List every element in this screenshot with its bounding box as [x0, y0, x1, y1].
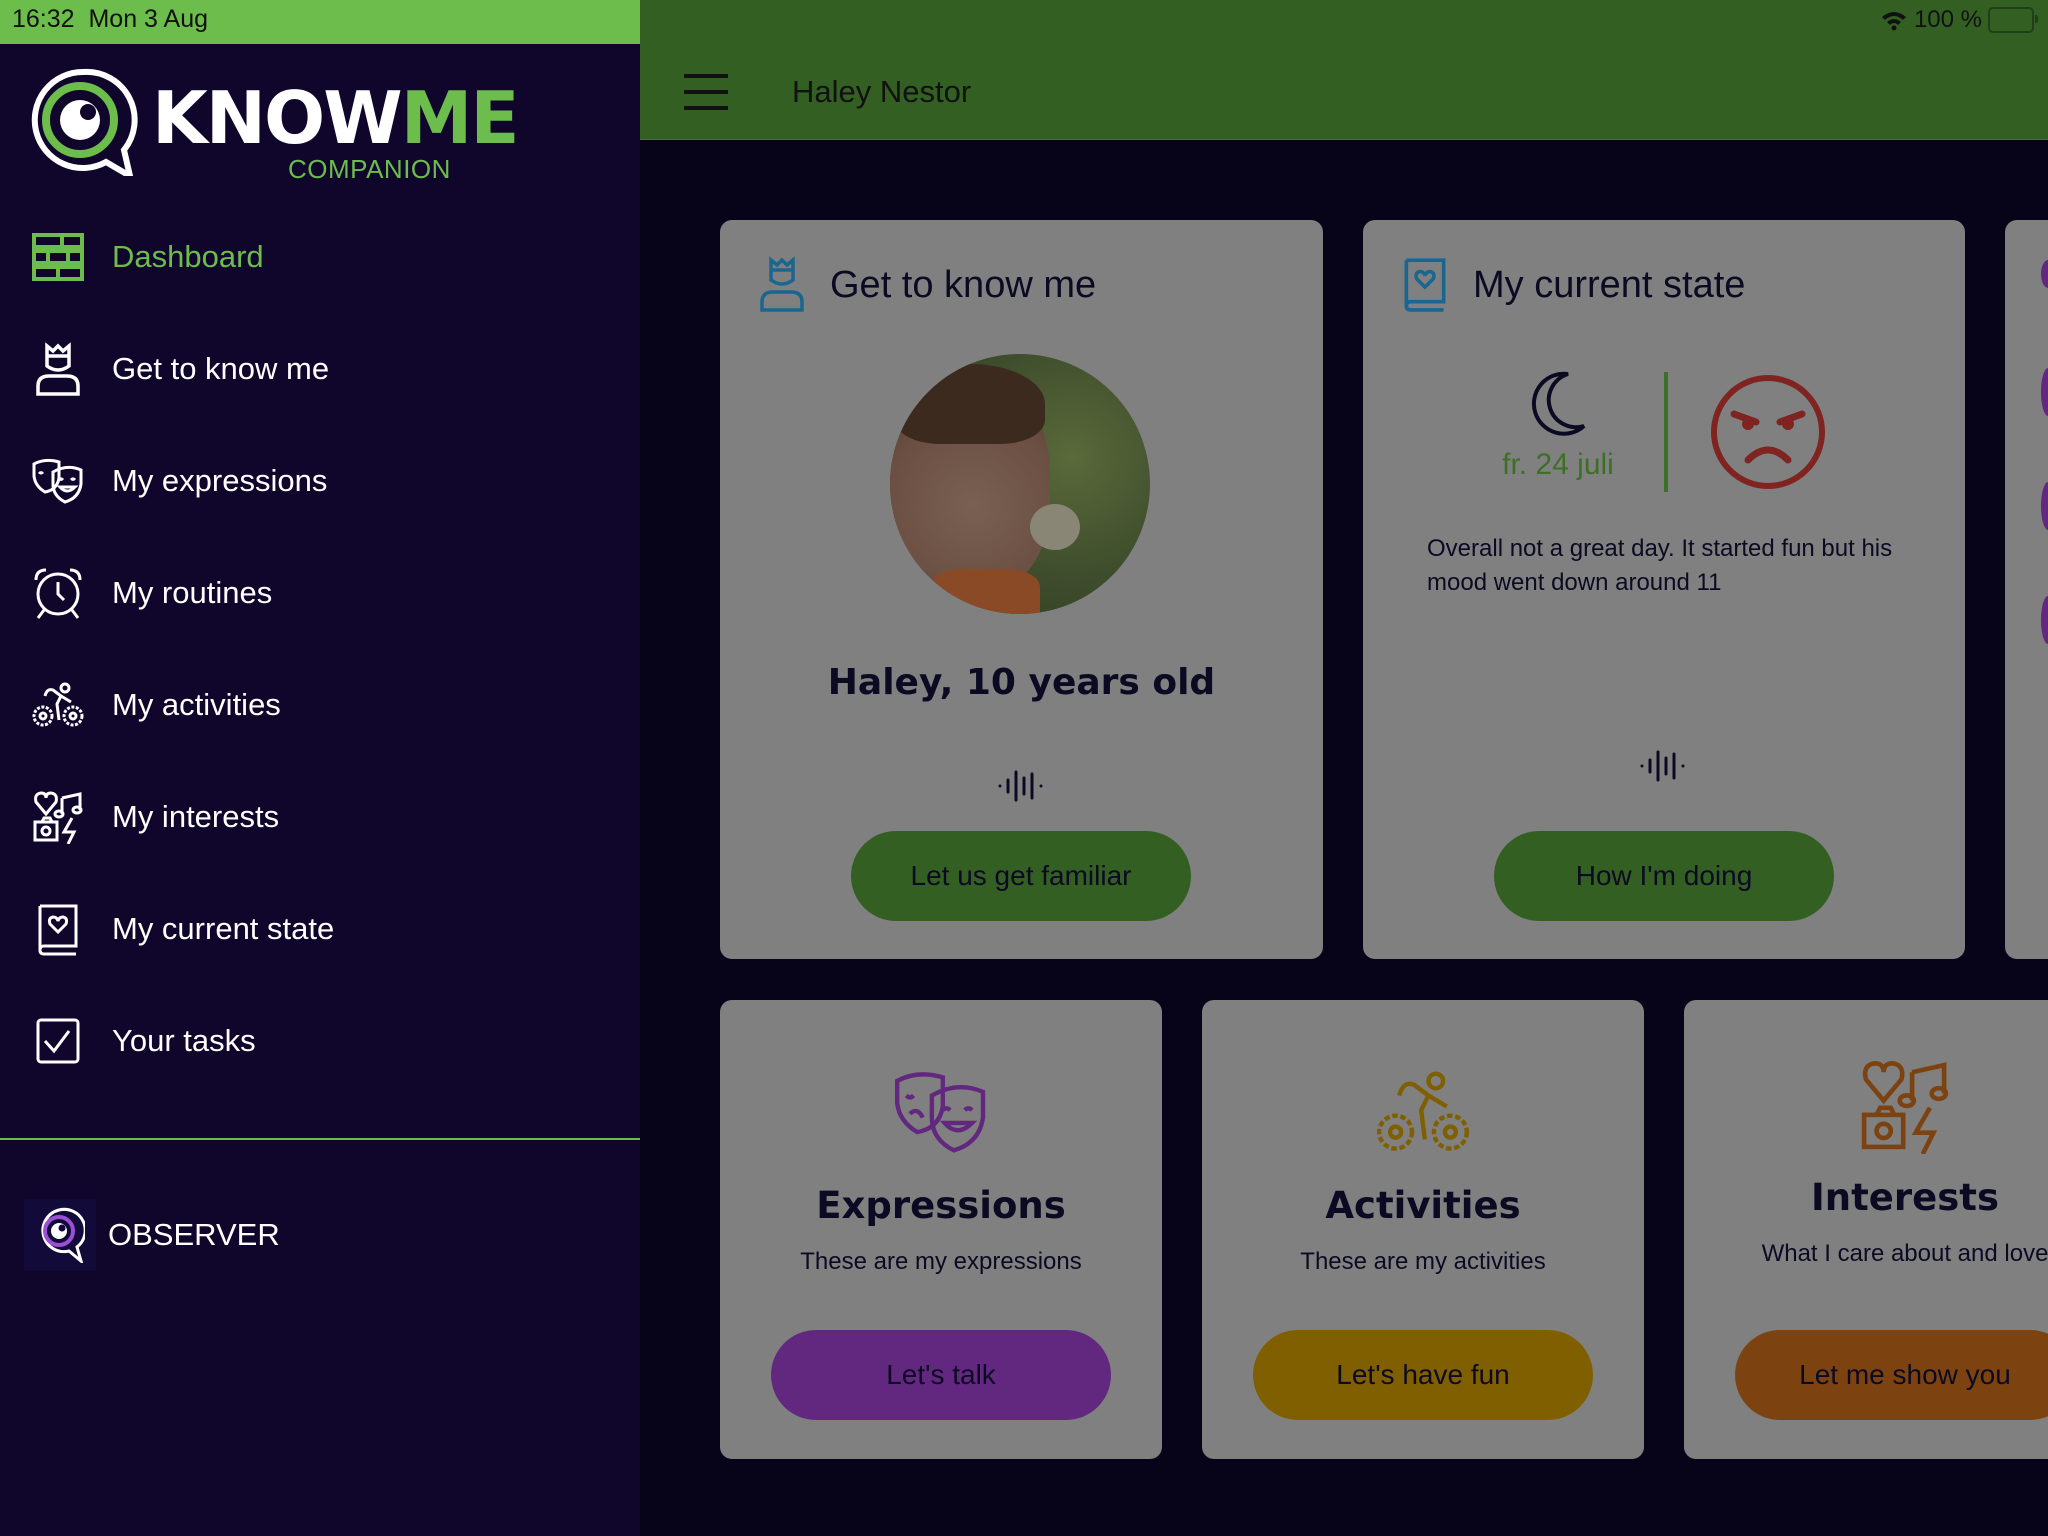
- logo-subtitle: COMPANION: [288, 154, 451, 184]
- purple-icon-partial: [2041, 596, 2048, 644]
- wifi-icon: [1881, 12, 1906, 31]
- hamburger-menu-button[interactable]: [684, 72, 730, 112]
- observer-label: OBSERVER: [108, 1217, 280, 1252]
- card-title: Interests: [1811, 1176, 1999, 1219]
- status-bar-left: 16:32 Mon 3 Aug: [0, 0, 640, 44]
- logo-wordmark: KNOWME: [152, 76, 520, 160]
- card-title: Expressions: [816, 1184, 1066, 1227]
- battery-percent: 100 %: [1913, 6, 1982, 33]
- interests-icon: [30, 789, 86, 845]
- logo-eye-bubble-icon: [31, 68, 138, 176]
- angry-face-icon: [1711, 375, 1825, 489]
- get-to-know-me-card: Get to know me Haley, 10 years old Let u…: [720, 220, 1323, 959]
- audio-wave-icon[interactable]: [997, 766, 1047, 806]
- mood-note: Overall not a great day. It started fun …: [1427, 535, 1893, 596]
- person-icon: [30, 341, 86, 397]
- sidebar-item-my-routines[interactable]: My routines: [0, 548, 640, 638]
- person-icon: [760, 256, 804, 312]
- knowme-logo: KNOWME COMPANION: [28, 66, 520, 186]
- battery-icon: [1988, 7, 2038, 33]
- current-state-card: My current state fr. 24 juli Overall not…: [1363, 220, 1965, 959]
- sidebar-item-label: My expressions: [112, 463, 328, 498]
- menu-line: [684, 106, 728, 110]
- name-age-label: Haley, 10 years old: [827, 662, 1216, 703]
- sidebar-item-label: My current state: [112, 911, 335, 946]
- checkbox-icon: [30, 1013, 86, 1069]
- purple-icon-partial: [2041, 368, 2048, 416]
- sidebar-item-your-tasks[interactable]: Your tasks: [0, 996, 640, 1086]
- heart-book-icon: [30, 901, 86, 957]
- how-im-doing-button[interactable]: How I'm doing: [1494, 831, 1834, 921]
- menu-line: [684, 74, 728, 78]
- header-title: Haley Nestor: [792, 74, 972, 109]
- sidebar-item-label: Get to know me: [112, 351, 330, 386]
- theater-masks-icon: [30, 453, 86, 509]
- sidebar-item-my-current-state[interactable]: My current state: [0, 884, 640, 974]
- expressions-card: Expressions These are my expressions Let…: [720, 1000, 1162, 1459]
- interests-card: Interests What I care about and love Let…: [1684, 1000, 2048, 1459]
- sidebar-item-my-interests[interactable]: My interests: [0, 772, 640, 862]
- sidebar-item-my-expressions[interactable]: My expressions: [0, 436, 640, 526]
- sidebar-item-label: My interests: [112, 799, 280, 834]
- card-subtitle: These are my expressions: [800, 1248, 1082, 1275]
- bicycle-icon: [30, 677, 86, 733]
- observer-button[interactable]: OBSERVER: [24, 1195, 424, 1275]
- bicycle-icon: [1376, 1071, 1470, 1151]
- alarm-clock-icon: [30, 565, 86, 621]
- status-time: 16:32 Mon 3 Aug: [12, 5, 208, 33]
- interests-icon: [1861, 1061, 1949, 1154]
- routines-card-partial[interactable]: [2005, 220, 2048, 959]
- let-us-get-familiar-button[interactable]: Let us get familiar: [851, 831, 1191, 921]
- purple-icon-partial: [2041, 260, 2048, 288]
- top-header: Haley Nestor 100 %: [640, 0, 2048, 140]
- dashboard-icon: [30, 229, 86, 285]
- lets-have-fun-button[interactable]: Let's have fun: [1253, 1330, 1593, 1420]
- lets-talk-button[interactable]: Let's talk: [771, 1330, 1111, 1420]
- sidebar-item-label: Your tasks: [112, 1023, 256, 1058]
- entry-date: fr. 24 juli: [1502, 448, 1614, 481]
- card-title: My current state: [1473, 264, 1746, 306]
- moon-icon: [1531, 371, 1586, 436]
- sidebar-item-my-activities[interactable]: My activities: [0, 660, 640, 750]
- status-bar-right: 100 %: [1880, 6, 2038, 34]
- card-subtitle: These are my activities: [1300, 1248, 1546, 1275]
- observer-eye-icon: [24, 1199, 96, 1271]
- menu-line: [684, 90, 728, 94]
- vertical-divider: [1664, 372, 1668, 492]
- heart-book-icon: [1404, 258, 1446, 312]
- sidebar-item-label: Dashboard: [112, 239, 264, 274]
- theater-masks-icon: [894, 1072, 986, 1153]
- sidebar: 16:32 Mon 3 Aug KNOWME COMPANION Dashboa…: [0, 0, 640, 1536]
- profile-photo: [890, 354, 1150, 614]
- let-me-show-you-button[interactable]: Let me show you: [1735, 1330, 2048, 1420]
- card-subtitle: What I care about and love: [1761, 1240, 2048, 1267]
- card-title: Activities: [1325, 1184, 1521, 1227]
- sidebar-item-dashboard[interactable]: Dashboard: [0, 212, 640, 302]
- activities-card: Activities These are my activities Let's…: [1202, 1000, 1644, 1459]
- purple-icon-partial: [2041, 482, 2048, 530]
- sidebar-item-label: My activities: [112, 687, 281, 722]
- sidebar-item-get-to-know-me[interactable]: Get to know me: [0, 324, 640, 414]
- card-title: Get to know me: [830, 264, 1097, 306]
- sidebar-item-label: My routines: [112, 575, 273, 610]
- sidebar-divider: [0, 1138, 640, 1140]
- audio-wave-icon[interactable]: [1639, 746, 1689, 786]
